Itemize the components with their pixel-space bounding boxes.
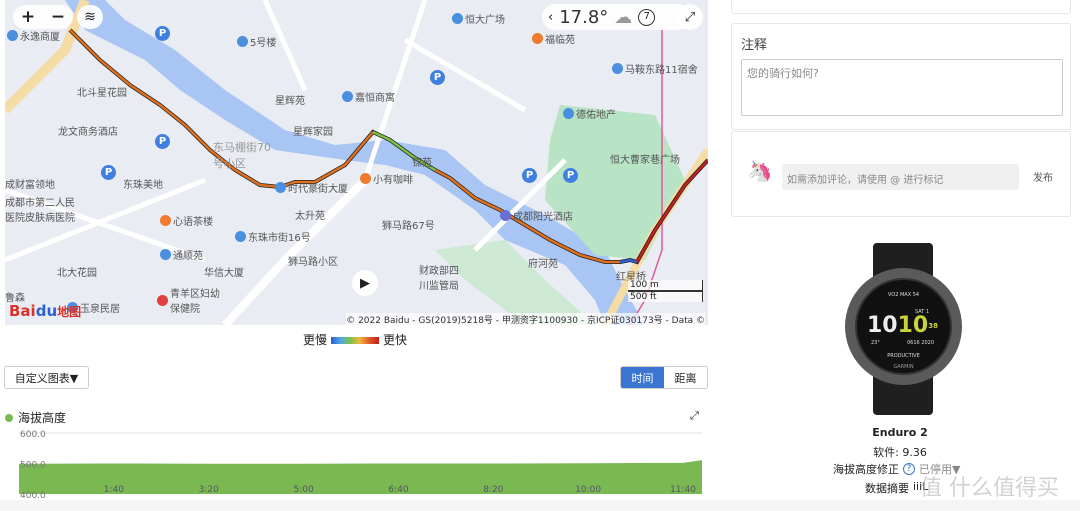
y-tick-label: 400.0: [20, 491, 46, 500]
map-label: 星辉苑: [275, 96, 305, 107]
custom-chart-dropdown[interactable]: 自定义图表▼: [4, 366, 89, 389]
notes-title: 注释: [741, 38, 768, 53]
map-label: 小有咖啡: [360, 171, 413, 186]
x-tick-label: 1:40: [104, 485, 124, 495]
expand-chart-icon[interactable]: ⤢: [690, 409, 699, 423]
zoom-in-button[interactable]: +: [21, 7, 35, 27]
face-temp: 23°: [871, 340, 880, 346]
map-label: 东珠美地: [123, 180, 163, 191]
comment-input[interactable]: 如需添加评论，请使用 @ 进行标记: [782, 164, 1019, 190]
y-tick-label: 500.0: [20, 461, 46, 471]
elevation-chart[interactable]: 600.0 500.0 400.0 1:40 3:20 5:00 6:40 8:20 10:00…: [0, 425, 710, 500]
x-tick-label: 5:00: [293, 485, 313, 495]
axis-toggle: 时间 距离: [620, 366, 708, 389]
elevation-correction-label: 海拔高度修正: [833, 463, 899, 476]
parking-icon: P: [522, 168, 537, 183]
map-label: 府河苑: [528, 259, 558, 270]
post-button[interactable]: 发布: [1033, 169, 1053, 184]
face-vo2: VO2 MAX 54: [887, 292, 920, 298]
map-label: 狮马路小区: [288, 257, 338, 268]
map-label: 德佑地产: [563, 106, 616, 121]
parking-icon: P: [563, 168, 578, 183]
map-label: 青羊区妇幼保健院: [157, 285, 227, 315]
legend-slow: 更慢: [302, 333, 327, 347]
face-status: PRODUCTIVE: [887, 353, 920, 359]
map-label: 锦苑: [412, 158, 432, 169]
layers-icon[interactable]: ≋: [77, 5, 103, 29]
map-scale: 100 m 500 ft: [628, 280, 703, 302]
x-tick-label: 3:20: [199, 485, 219, 495]
map-label: 狮马路67号: [382, 221, 435, 232]
map-label: 永逸商厦: [7, 28, 60, 43]
map-label: 北大花园: [57, 268, 97, 279]
data-summary-label: 数据摘要: [865, 482, 909, 495]
map-label: 福临苑: [532, 31, 575, 46]
chart-title: 海拔高度: [5, 409, 66, 426]
map-label: 太升苑: [295, 211, 325, 222]
map-label: 恒大广场: [452, 11, 505, 26]
avatar: 🦄: [747, 159, 773, 183]
temperature: 17.8°: [559, 6, 609, 28]
watermark: 值 什么值得买: [920, 476, 1059, 501]
baidu-logo: Baidu地图: [9, 302, 82, 320]
x-tick-label: 6:40: [388, 485, 408, 495]
map-label: 时代豪街大厦: [275, 180, 348, 195]
map-label: 华信大厦: [204, 268, 244, 279]
device-name: Enduro 2: [872, 426, 928, 439]
comment-card: 🦄 如需添加评论，请使用 @ 进行标记 发布: [731, 131, 1071, 217]
parking-icon: P: [155, 26, 170, 41]
map-label: 成财富领地: [5, 180, 55, 191]
face-brand: GARMIN: [893, 364, 914, 370]
x-tick-label: 11:40: [670, 485, 696, 495]
y-tick-label: 600.0: [20, 430, 46, 440]
tab-distance[interactable]: 距离: [664, 367, 707, 388]
x-tick-label: 8:20: [483, 485, 503, 495]
map-copyright: © 2022 Baidu - GS(2019)5218号 - 甲测资字11009…: [346, 313, 705, 325]
chevron-left-icon[interactable]: ‹: [548, 10, 553, 25]
legend-fast: 更快: [383, 333, 408, 347]
face-time: 101038: [867, 315, 938, 337]
map-label: 恒大曹家巷广场: [610, 155, 680, 166]
map-label: 通顺苑: [160, 247, 203, 262]
device-software: 软件: 9.36: [873, 446, 927, 459]
tab-time[interactable]: 时间: [621, 367, 664, 388]
parking-icon: P: [155, 134, 170, 149]
watch-face: VO2 MAX 54 SAT 1 101038 23° 0616 2020 PR…: [855, 278, 952, 375]
data-summary-row: 数据摘要 iiiL: [865, 480, 928, 496]
map-label: 东珠市街16号: [235, 229, 311, 244]
x-tick-label: 10:00: [575, 485, 601, 495]
wind-speed: 7: [638, 8, 656, 26]
cloud-icon: ☁: [614, 6, 633, 28]
map-label: 成都阳光酒店: [500, 208, 573, 223]
map-label: 龙文商务酒店: [58, 127, 118, 138]
chart-title-text: 海拔高度: [18, 411, 67, 425]
speed-legend: 更慢 更快: [0, 331, 710, 348]
map-label: 北斗星花园: [77, 88, 127, 99]
parking-icon: P: [430, 70, 445, 85]
map-label: 心语茶楼: [160, 213, 213, 228]
map-label: 马鞍东路11宿舍: [612, 61, 698, 76]
map-label: 成都市第二人民医院皮肤病医院: [5, 198, 75, 224]
map-label: 嘉恒商寓: [342, 89, 395, 104]
zoom-out-button[interactable]: −: [51, 7, 65, 27]
notes-input[interactable]: 您的骑行如何?: [741, 59, 1063, 116]
map-label: 财政部四川监管局: [419, 266, 459, 292]
play-button[interactable]: ▶: [352, 270, 378, 296]
face-time-value: 1010: [867, 313, 929, 338]
fullscreen-icon[interactable]: ⤢: [677, 4, 703, 30]
map-label: 东马棚街70号小区: [213, 141, 271, 170]
help-icon[interactable]: ?: [903, 463, 915, 475]
map-label: 5号楼: [237, 34, 276, 49]
notes-card: 注释 您的骑行如何?: [731, 23, 1071, 130]
parking-icon: P: [101, 165, 116, 180]
face-seconds: 38: [928, 322, 938, 330]
route-map[interactable]: 永逸商厦 5号楼 恒大广场 福临苑 马鞍东路11宿舍 北斗星花园 星辉苑 嘉恒商…: [5, 0, 708, 325]
map-label: 星辉家园: [293, 127, 333, 138]
series-dot: [5, 413, 13, 422]
speed-gradient-bar: [331, 337, 379, 344]
device-image: VO2 MAX 54 SAT 1 101038 23° 0616 2020 PR…: [840, 243, 970, 415]
page-footer: [0, 500, 1080, 511]
top-card: [731, 0, 1071, 14]
face-date: 0616 2020: [907, 340, 935, 346]
